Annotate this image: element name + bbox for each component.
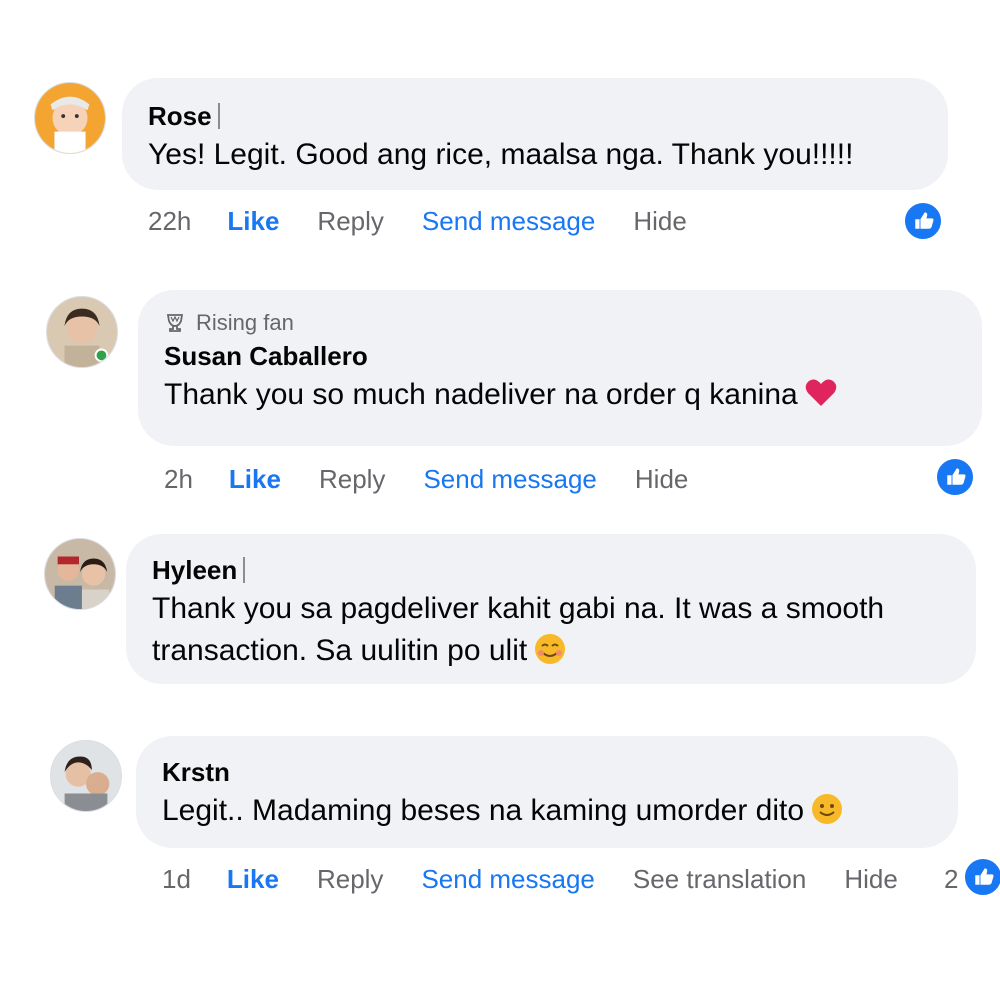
hide-link[interactable]: Hide [844, 864, 897, 895]
reply-link[interactable]: Reply [317, 864, 383, 895]
avatar-hyleen[interactable] [44, 538, 116, 610]
commenter-name[interactable]: Susan Caballero [164, 338, 982, 374]
avatar-hyleen-image [45, 539, 115, 609]
comment-timestamp[interactable]: 2h [164, 464, 193, 495]
commenter-name[interactable]: Hyleen [152, 552, 976, 588]
comment-actions: 2h Like Reply Send message Hide [164, 464, 726, 495]
badge-label: Rising fan [196, 310, 294, 335]
comment-bubble: Rose Yes! Legit. Good ang rice, maalsa n… [122, 78, 948, 190]
comment-text: Legit.. Madaming beses na kaming umorder… [162, 790, 958, 832]
hide-link[interactable]: Hide [633, 206, 686, 237]
like-link[interactable]: Like [227, 864, 279, 895]
commenter-name[interactable]: Krstn [162, 754, 958, 790]
avatar-krstn[interactable] [50, 740, 122, 812]
like-link[interactable]: Like [227, 206, 279, 237]
commenter-name[interactable]: Rose [148, 98, 948, 134]
send-message-link[interactable]: Send message [421, 864, 594, 895]
comment-text-line2: transaction. Sa uulitin po ulit [152, 630, 976, 672]
heart-icon [804, 376, 838, 410]
hide-link[interactable]: Hide [635, 464, 688, 495]
avatar-rose-image [35, 83, 105, 153]
avatar-susan-image [47, 297, 117, 367]
avatar-rose[interactable] [34, 82, 106, 154]
smiling-face-icon [533, 632, 567, 666]
comment-timestamp[interactable]: 22h [148, 206, 191, 237]
reaction-count[interactable]: 2 [944, 864, 958, 895]
like-icon[interactable] [934, 456, 976, 498]
comment-text-line1: Thank you sa pagdeliver kahit gabi na. I… [152, 592, 885, 625]
like-icon[interactable] [962, 856, 1000, 898]
reply-link[interactable]: Reply [317, 206, 383, 237]
send-message-link[interactable]: Send message [422, 206, 595, 237]
reply-link[interactable]: Reply [319, 464, 385, 495]
rising-fan-badge[interactable]: Rising fan [164, 308, 982, 338]
comment-bubble: Krstn Legit.. Madaming beses na kaming u… [136, 736, 958, 848]
like-link[interactable]: Like [229, 464, 281, 495]
comment-actions: 1d Like Reply Send message See translati… [162, 864, 936, 895]
comment-text: Thank you so much nadeliver na order q k… [164, 374, 982, 416]
comment-actions: 22h Like Reply Send message Hide [148, 206, 725, 237]
avatar-susan[interactable] [46, 296, 118, 368]
see-translation-link[interactable]: See translation [633, 864, 806, 895]
like-icon[interactable] [902, 200, 944, 242]
comment-bubble: Rising fan Susan Caballero Thank you so … [138, 290, 982, 446]
text-cursor [217, 103, 220, 129]
avatar-krstn-image [51, 741, 121, 811]
comment-bubble: Hyleen Thank you sa pagdeliver kahit gab… [126, 534, 976, 684]
trophy-icon [164, 312, 186, 334]
send-message-link[interactable]: Send message [423, 464, 596, 495]
comment-timestamp[interactable]: 1d [162, 864, 191, 895]
text-cursor [243, 557, 246, 583]
smile-icon [810, 792, 844, 826]
comment-text: Yes! Legit. Good ang rice, maalsa nga. T… [148, 138, 854, 171]
